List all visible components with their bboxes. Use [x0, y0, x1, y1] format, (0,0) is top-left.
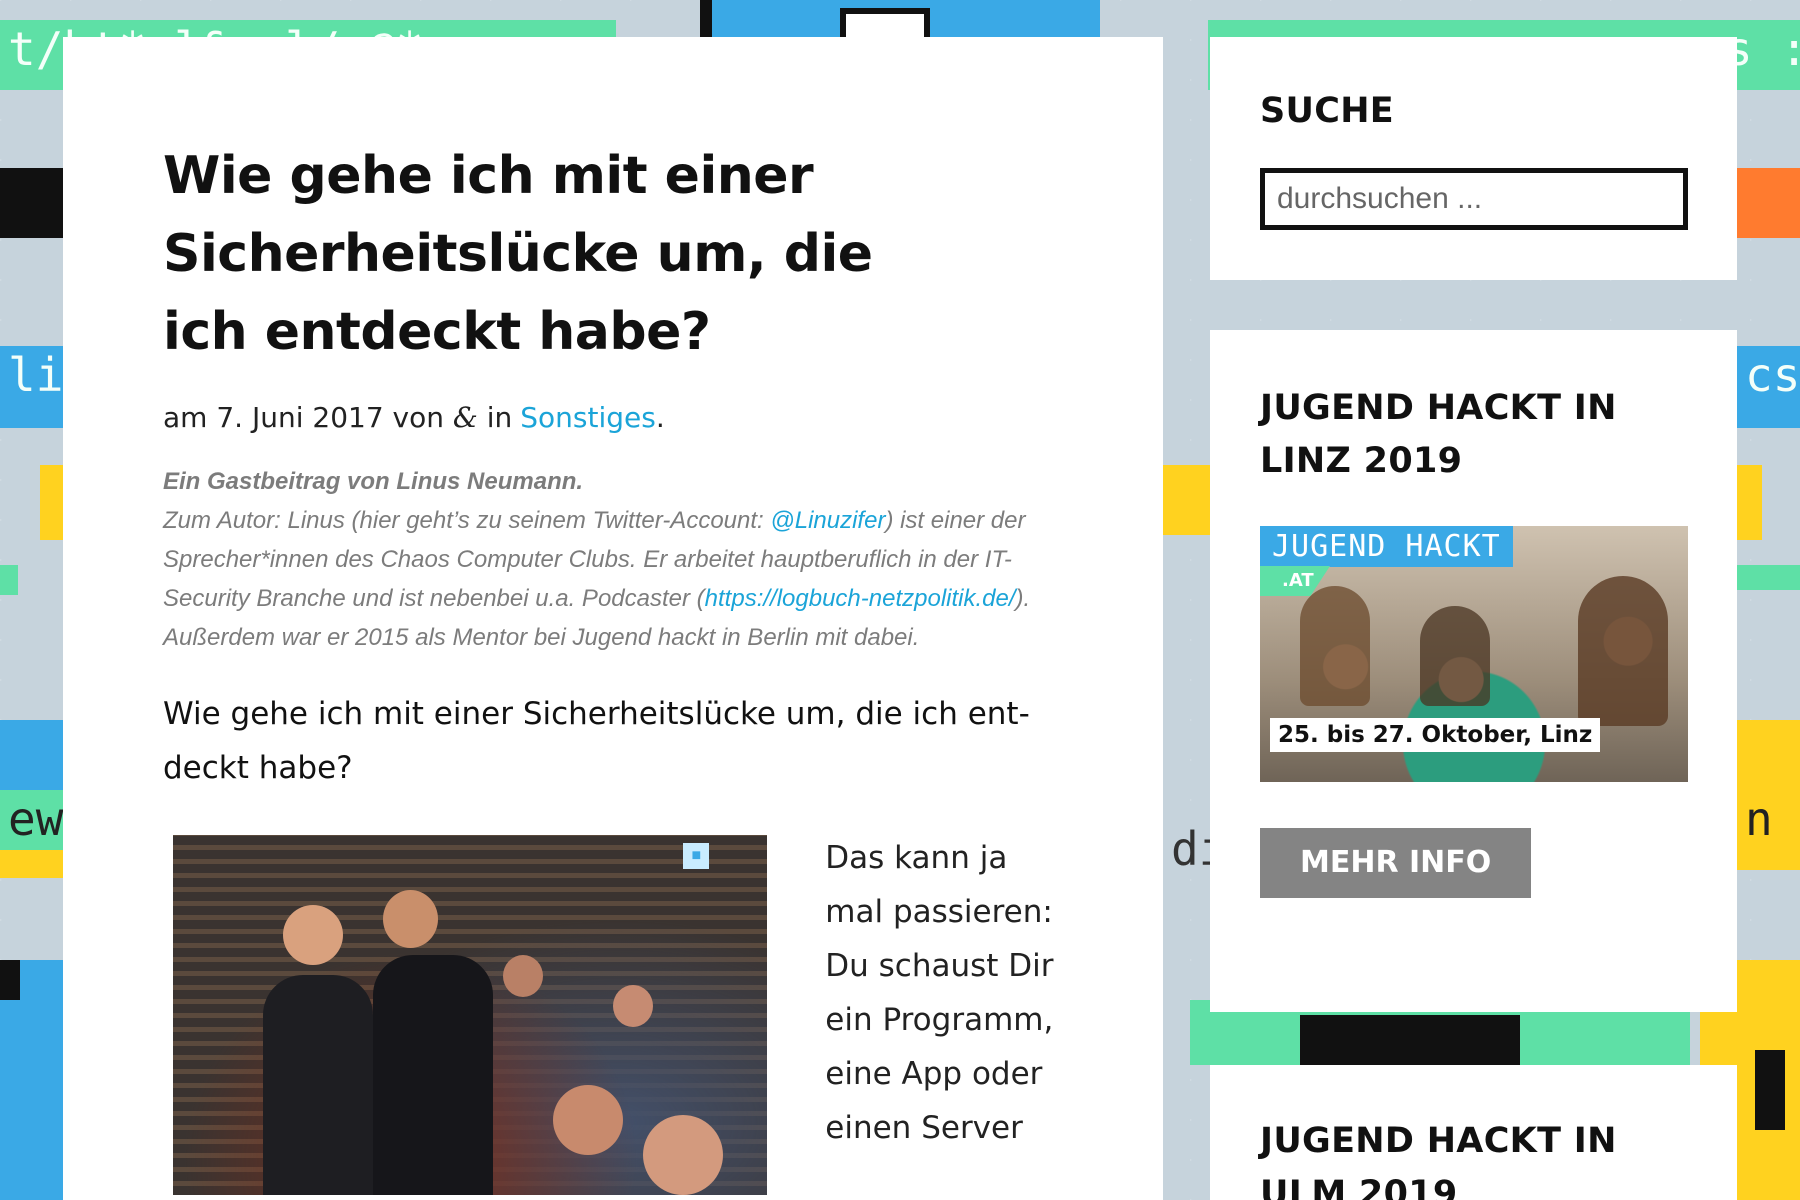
pixel-art-block	[1300, 1015, 1520, 1065]
pixel-art-block	[1737, 168, 1800, 238]
event-widget-linz: Jugend hackt in Linz 2019 JUGEND HACKT .…	[1210, 330, 1737, 1012]
category-prefix: in	[486, 401, 513, 434]
photo-detail	[383, 890, 438, 948]
pixel-art-block	[0, 168, 63, 238]
banner-brand: JUGEND HACKT	[1260, 526, 1513, 567]
article-paragraph: Das kann ja mal passieren: Du schaust Di…	[825, 840, 1054, 1146]
more-info-button[interactable]: Mehr Info	[1260, 828, 1532, 898]
banner-detail	[1420, 606, 1490, 706]
pixel-art-block	[700, 0, 712, 37]
widget-title: Suche	[1260, 91, 1395, 131]
intro-text: Zum Autor: Linus (hier geht’s zu seinem …	[163, 507, 771, 534]
post-date: am 7. Juni 2017 von	[163, 401, 444, 434]
guest-post-intro: Ein Gastbeitrag von Linus Neumann. Zum A…	[163, 462, 1063, 657]
banner-detail	[1578, 576, 1668, 726]
pixel-art-block	[1755, 1050, 1785, 1130]
pixel-art-block	[40, 465, 63, 540]
banner-detail	[1300, 586, 1370, 706]
article-card: Wie gehe ich mit einer Sicherheitslücke …	[63, 37, 1163, 1200]
section-heading: Wie gehe ich mit einer Sicherheitslücke …	[163, 696, 1030, 786]
terminal-fragment: css	[1737, 346, 1800, 428]
pixel-art-block	[0, 850, 63, 878]
event-widget-ulm: Jugend hackt in Ulm 2019	[1210, 1065, 1737, 1200]
article-body: ■ Das kann ja mal passieren: Du schaust …	[163, 835, 1063, 1195]
widget-title: Jugend hackt in Linz 2019	[1260, 388, 1617, 481]
post-meta: am 7. Juni 2017 von & in Sonstiges.	[163, 401, 1063, 434]
guest-author-line: Ein Gastbeitrag von Linus Neumann.	[163, 468, 584, 495]
category-link[interactable]: Sonstiges	[520, 401, 656, 434]
pixel-art-block	[0, 565, 18, 595]
podcast-link[interactable]: https://logbuch-netzpolitik.de/	[705, 585, 1016, 612]
pixel-art-block	[1737, 465, 1762, 540]
terminal-fragment: n [	[1737, 790, 1800, 854]
search-input[interactable]	[1260, 168, 1688, 230]
twitter-link[interactable]: @Linuzifer	[770, 507, 885, 534]
photo-detail	[613, 985, 653, 1027]
search-widget: Suche	[1210, 37, 1737, 280]
banner-date: 25. bis 27. Oktober, Linz	[1270, 718, 1601, 752]
pixel-art-block	[1737, 565, 1800, 590]
photo-detail	[373, 955, 493, 1195]
widget-title: Jugend hackt in Ulm 2019	[1260, 1121, 1617, 1200]
photo-detail	[643, 1115, 723, 1195]
post-title: Wie gehe ich mit einer Sicherheitslücke …	[163, 146, 873, 362]
photo-detail	[553, 1085, 623, 1155]
robot-icon: ■	[683, 843, 710, 869]
author-link[interactable]: &	[453, 401, 478, 434]
photo-detail	[283, 905, 343, 965]
pixel-art-block	[0, 960, 20, 1000]
pixel-art-block	[840, 8, 930, 37]
photo-detail	[503, 955, 543, 997]
event-photo: ■	[173, 835, 768, 1195]
meta-period: .	[655, 401, 665, 434]
photo-detail	[263, 975, 373, 1195]
pixel-art-block	[1163, 465, 1210, 535]
event-banner[interactable]: JUGEND HACKT .AT 25. bis 27. Oktober, Li…	[1260, 526, 1688, 782]
